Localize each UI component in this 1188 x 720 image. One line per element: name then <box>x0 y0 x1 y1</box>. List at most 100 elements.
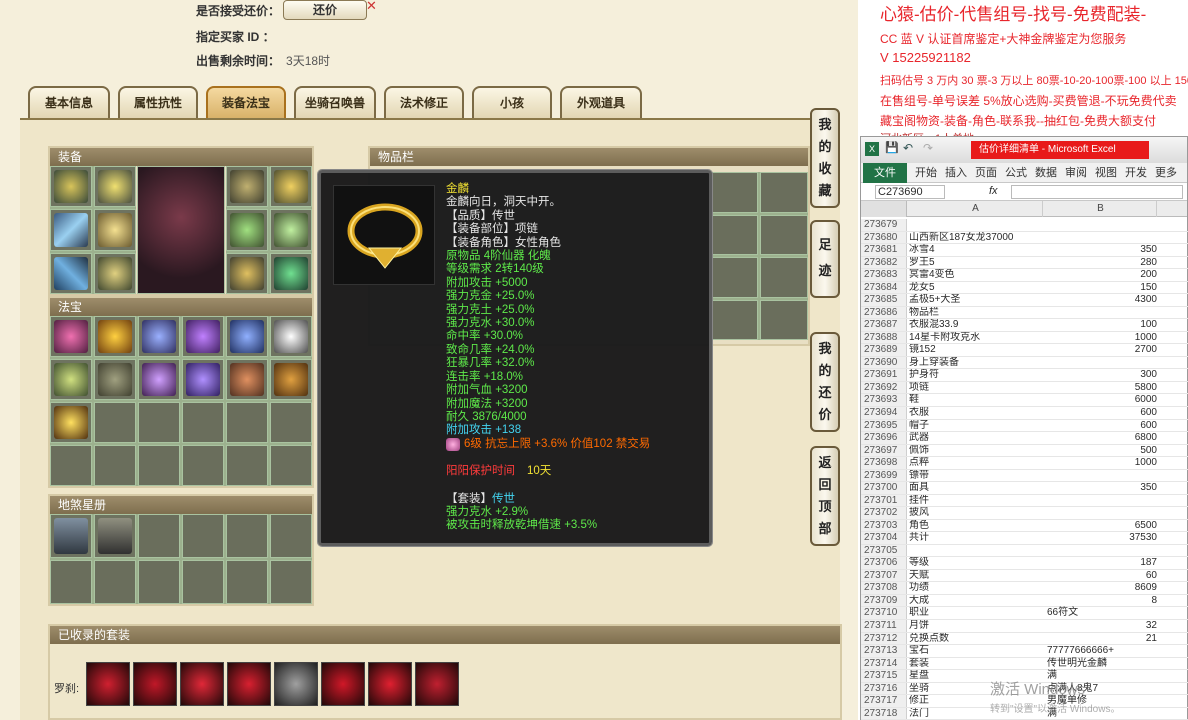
fabao-slot[interactable] <box>138 402 180 443</box>
excel-col-a[interactable]: A <box>909 201 1043 217</box>
cell-b[interactable]: 200 <box>1045 269 1157 282</box>
suit-item[interactable] <box>274 662 318 706</box>
cell-b[interactable]: 500 <box>1045 445 1157 458</box>
cell-a[interactable]: 项链 <box>909 382 1043 395</box>
row-number[interactable]: 273680 <box>861 231 907 244</box>
equip-slot[interactable] <box>226 166 268 208</box>
inventory-slot[interactable] <box>710 299 758 340</box>
row-number[interactable]: 273706 <box>861 557 907 569</box>
table-row[interactable]: 273682 罗王5 280 <box>861 256 1188 270</box>
table-row[interactable]: 273693 鞋 6000 <box>861 394 1188 407</box>
suit-item[interactable] <box>227 662 271 706</box>
counter-offer-button[interactable]: 还价 <box>283 0 367 20</box>
cell-a[interactable]: 月饼 <box>909 620 1043 633</box>
row-number[interactable]: 273682 <box>861 256 907 269</box>
cell-a[interactable]: 冰雪4 <box>909 244 1043 257</box>
suit-item[interactable] <box>133 662 177 706</box>
cell-a[interactable]: 身上穿装备 <box>909 357 1043 370</box>
fx-icon[interactable]: fx <box>989 185 998 197</box>
cell-b[interactable]: 21 <box>1045 633 1157 646</box>
row-number[interactable]: 273697 <box>861 444 907 457</box>
tab-attributes[interactable]: 属性抗性 <box>118 86 198 118</box>
row-number[interactable]: 273694 <box>861 406 907 419</box>
table-row[interactable]: 273689 镜152 2700 <box>861 344 1188 357</box>
cell-a[interactable]: 罗王5 <box>909 257 1043 270</box>
table-row[interactable]: 273701 挂件 <box>861 494 1188 508</box>
fabao-slot[interactable] <box>270 402 312 443</box>
table-row[interactable]: 273713 宝石 77777666666+ <box>861 645 1188 658</box>
fabao-slot[interactable] <box>182 316 224 357</box>
cell-a[interactable]: 孟极5+大圣 <box>909 294 1043 307</box>
row-number[interactable]: 273715 <box>861 670 907 682</box>
cell-a[interactable]: 披风 <box>909 507 1043 520</box>
cell-a[interactable]: 镜152 <box>909 344 1043 357</box>
excel-file-tab[interactable]: 文件 <box>863 163 907 183</box>
row-number[interactable]: 273692 <box>861 381 907 394</box>
disha-slot[interactable] <box>270 560 312 604</box>
fabao-slot[interactable] <box>182 402 224 443</box>
excel-name-box[interactable]: C273690 <box>875 185 945 199</box>
cell-a[interactable]: 大成 <box>909 595 1043 608</box>
cell-a[interactable]: 角色 <box>909 520 1043 533</box>
cell-b[interactable]: 6000 <box>1045 394 1157 407</box>
row-number[interactable]: 273684 <box>861 281 907 294</box>
equip-slot[interactable] <box>226 252 268 294</box>
table-row[interactable]: 273688 14星卡附攻克水 1000 <box>861 331 1188 345</box>
row-number[interactable]: 273708 <box>861 582 907 594</box>
table-row[interactable]: 273711 月饼 32 <box>861 620 1188 633</box>
row-number[interactable]: 273712 <box>861 632 907 645</box>
cell-a[interactable]: 天赋 <box>909 570 1043 583</box>
cell-b[interactable]: 600 <box>1045 407 1157 420</box>
cell-b[interactable]: 77777666666+ <box>1047 645 1167 658</box>
cell-a[interactable]: 冥雷4变色 <box>909 269 1043 282</box>
cell-a[interactable]: 帽子 <box>909 420 1043 433</box>
row-number[interactable]: 273699 <box>861 469 907 482</box>
row-number[interactable]: 273687 <box>861 319 907 331</box>
cell-a[interactable]: 佩饰 <box>909 445 1043 458</box>
cell-b[interactable]: 37530 <box>1045 532 1157 545</box>
row-number[interactable]: 273693 <box>861 394 907 406</box>
cell-b[interactable]: 350 <box>1045 482 1157 495</box>
equip-slot[interactable] <box>94 166 136 208</box>
fabao-slot[interactable] <box>182 359 224 400</box>
table-row[interactable]: 273704 共计 37530 <box>861 532 1188 545</box>
table-row[interactable]: 273683 冥雷4变色 200 <box>861 269 1188 282</box>
table-row[interactable]: 273695 帽子 600 <box>861 419 1188 433</box>
disha-slot[interactable] <box>94 560 136 604</box>
table-row[interactable]: 273686 物品栏 <box>861 306 1188 320</box>
fabao-slot[interactable] <box>270 359 312 400</box>
cell-b[interactable]: 350 <box>1045 244 1157 257</box>
row-number[interactable]: 273718 <box>861 707 907 720</box>
table-row[interactable]: 273706 等级 187 <box>861 557 1188 570</box>
disha-slot[interactable] <box>138 514 180 558</box>
disha-slot[interactable] <box>94 514 136 558</box>
cell-a[interactable]: 面具 <box>909 482 1043 495</box>
row-number[interactable]: 273705 <box>861 544 907 557</box>
back-to-top-button[interactable]: 返回顶部 <box>810 446 840 546</box>
cell-b[interactable]: 6500 <box>1045 520 1157 533</box>
table-row[interactable]: 273709 大成 8 <box>861 594 1188 608</box>
row-number[interactable]: 273702 <box>861 507 907 519</box>
inventory-slot[interactable] <box>710 257 758 298</box>
equip-slot[interactable] <box>50 166 92 208</box>
table-row[interactable]: 273703 角色 6500 <box>861 519 1188 533</box>
equip-slot[interactable] <box>226 209 268 251</box>
table-row[interactable]: 273685 孟极5+大圣 4300 <box>861 294 1188 307</box>
cell-a[interactable]: 功绩 <box>909 582 1043 595</box>
tab-appearance[interactable]: 外观道具 <box>560 86 642 118</box>
footprints-button[interactable]: 足迹 <box>810 220 840 298</box>
disha-slot[interactable] <box>226 560 268 604</box>
row-number[interactable]: 273707 <box>861 569 907 582</box>
table-row[interactable]: 273702 披风 <box>861 507 1188 520</box>
table-row[interactable]: 273698 点粹 1000 <box>861 457 1188 470</box>
suit-item[interactable] <box>321 662 365 706</box>
disha-slot[interactable] <box>50 560 92 604</box>
equip-slot[interactable] <box>94 209 136 251</box>
save-icon[interactable]: 💾 <box>885 141 899 154</box>
row-number[interactable]: 273686 <box>861 306 907 319</box>
row-number[interactable]: 273691 <box>861 369 907 381</box>
tab-equipment[interactable]: 装备法宝 <box>206 86 286 118</box>
redo-icon[interactable]: ↷ <box>923 141 933 155</box>
tab-children[interactable]: 小孩 <box>472 86 552 118</box>
cell-a[interactable]: 点粹 <box>909 457 1043 470</box>
